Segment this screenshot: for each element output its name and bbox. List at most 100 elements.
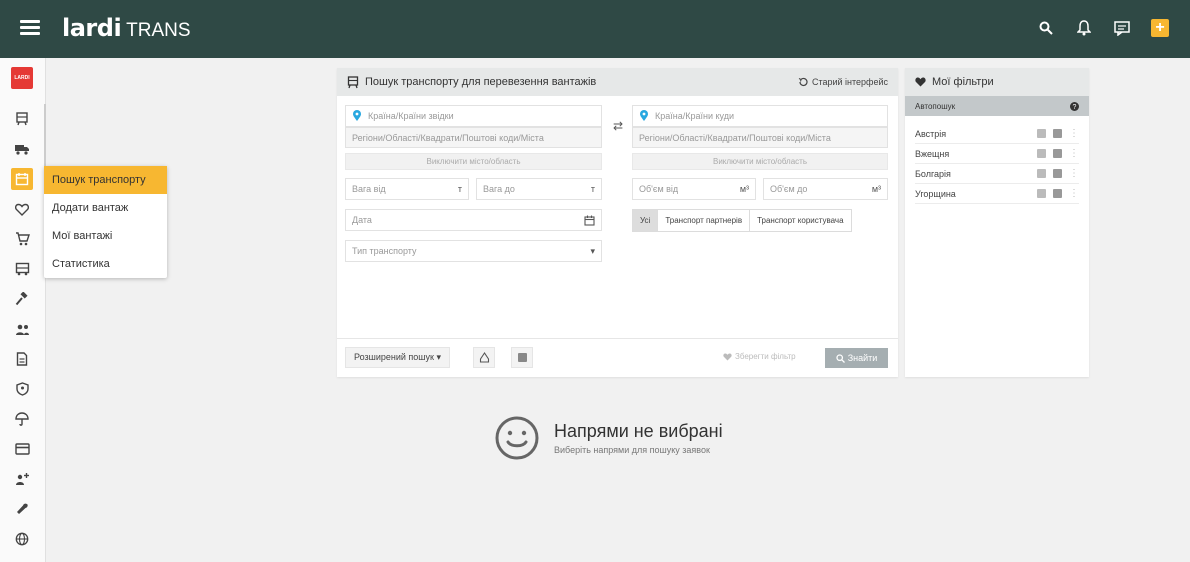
document-icon[interactable] [11,348,33,370]
submenu-item-search-transport[interactable]: Пошук транспорту [44,166,167,194]
filter-name: Болгарія [915,168,951,179]
date-placeholder: Дата [352,215,372,225]
wrench-icon[interactable] [11,498,33,520]
filter-row[interactable]: Австрія ⋮ [915,124,1079,144]
save-filter-button[interactable]: Зберегти фільтр [723,352,796,361]
volume-from-placeholder: Об'єм від [639,184,679,194]
square-icon[interactable] [1053,149,1062,158]
lardi-logo-icon[interactable]: LARDI [11,67,33,89]
smiley-icon [495,416,539,460]
logo-sub-text: TRANS [126,20,191,41]
page-title: Пошук транспорту для перевезення вантажі… [365,76,597,88]
hamburger-menu-icon[interactable] [20,20,40,36]
square-icon[interactable] [1053,129,1062,138]
calendar-icon[interactable] [584,215,595,226]
volume-to-input[interactable]: Об'єм до м³ [763,178,888,200]
edit-icon[interactable] [1037,189,1046,198]
clear-button[interactable] [473,347,495,368]
more-icon[interactable]: ⋮ [1069,128,1079,139]
search-icon[interactable] [1036,18,1056,38]
submenu-item-add-cargo[interactable]: Додати вантаж [44,194,167,222]
from-country-input[interactable]: Країна/Країни звідки [345,105,602,127]
square-icon[interactable] [1053,189,1062,198]
filter-row[interactable]: Вжещня ⋮ [915,144,1079,164]
heart-icon [723,353,732,360]
truck-icon[interactable] [11,138,33,160]
edit-icon[interactable] [1037,129,1046,138]
top-icons: + [1036,18,1170,38]
weight-from-unit: т [457,184,462,194]
from-country-placeholder: Країна/Країни звідки [368,111,454,121]
search-panel-footer: Розширений пошук ▾ Зберегти фільтр Знайт… [337,338,898,377]
filter-name: Вжещня [915,148,950,159]
square-icon[interactable] [1053,169,1062,178]
weight-from-input[interactable]: Вага від т [345,178,469,200]
bell-icon[interactable] [1074,18,1094,38]
segment-partners[interactable]: Транспорт партнерів [658,210,751,231]
volume-from-unit: м³ [739,184,749,194]
exclude-from-button[interactable]: Виключити місто/область [345,153,602,170]
filter-row[interactable]: Болгарія ⋮ [915,164,1079,184]
transport-owner-toggle: Усі Транспорт партнерів Транспорт корист… [632,209,852,232]
empty-state: Напрями не вибрані Виберіть напрями для … [494,415,723,461]
left-navigation: LARDI [0,58,46,562]
calendar-icon[interactable] [11,168,33,190]
shield-icon[interactable] [11,378,33,400]
advanced-search-button[interactable]: Розширений пошук ▾ [345,347,451,368]
cargo-icon[interactable] [11,108,33,130]
app-logo[interactable]: lardi TRANS [62,14,191,44]
chat-icon[interactable] [1112,18,1132,38]
search-icon [836,353,845,363]
submenu-item-my-cargo[interactable]: Мої вантажі [44,222,167,250]
search-panel: Пошук транспорту для перевезення вантажі… [337,68,898,377]
add-icon[interactable]: + [1150,18,1170,38]
help-icon[interactable]: ? [1070,101,1079,111]
transport-type-select[interactable]: Тип транспорту ▾ [345,240,602,262]
submenu-item-statistics[interactable]: Статистика [44,250,167,278]
filter-row[interactable]: Угорщина ⋮ [915,184,1079,204]
more-icon[interactable]: ⋮ [1069,168,1079,179]
find-button[interactable]: Знайти [825,348,888,368]
more-icon[interactable]: ⋮ [1069,188,1079,199]
to-country-placeholder: Країна/Країни куди [655,111,735,121]
gavel-icon[interactable] [11,288,33,310]
search-panel-header: Пошук транспорту для перевезення вантажі… [337,68,898,96]
old-interface-link[interactable]: Старий інтерфейс [798,77,888,87]
svg-text:?: ? [1073,104,1077,111]
more-icon[interactable]: ⋮ [1069,148,1079,159]
segment-all[interactable]: Усі [633,210,659,231]
exclude-to-button[interactable]: Виключити місто/область [632,153,888,170]
weight-to-input[interactable]: Вага до т [476,178,602,200]
globe-icon[interactable] [11,528,33,550]
export-button[interactable] [511,347,533,368]
from-regions-placeholder: Регіони/Області/Квадрати/Поштові коди/Мі… [352,132,544,143]
swap-directions-icon[interactable]: ⇄ [613,119,623,133]
my-filters-panel: Мої фільтри Автопошук ? Австрія ⋮ Вжещня… [905,68,1089,377]
my-filters-header: Мої фільтри [905,68,1089,96]
segment-user[interactable]: Транспорт користувача [750,210,851,231]
bus-icon[interactable] [11,258,33,280]
edit-icon[interactable] [1037,149,1046,158]
cargo-icon [347,75,359,88]
card-icon[interactable] [11,438,33,460]
find-label: Знайти [847,353,878,363]
edit-icon[interactable] [1037,169,1046,178]
users-icon[interactable] [11,318,33,340]
to-regions-input[interactable]: Регіони/Області/Квадрати/Поштові коди/Мі… [632,127,888,148]
to-regions-placeholder: Регіони/Області/Квадрати/Поштові коди/Мі… [639,132,831,143]
history-icon [798,77,808,87]
cart-icon[interactable] [11,228,33,250]
heart-icon[interactable] [11,198,33,220]
transport-type-placeholder: Тип транспорту [352,246,417,256]
chevron-down-icon: ▾ [436,352,442,362]
to-country-input[interactable]: Країна/Країни куди [632,105,888,127]
umbrella-icon[interactable] [11,408,33,430]
date-input[interactable]: Дата [345,209,602,231]
from-regions-input[interactable]: Регіони/Області/Квадрати/Поштові коди/Мі… [345,127,602,148]
my-filters-title: Мої фільтри [932,76,994,88]
location-pin-icon [640,110,648,121]
volume-from-input[interactable]: Об'єм від м³ [632,178,756,200]
person-add-icon[interactable] [11,468,33,490]
heart-icon [915,77,926,87]
empty-title: Напрями не вибрані [554,421,723,441]
